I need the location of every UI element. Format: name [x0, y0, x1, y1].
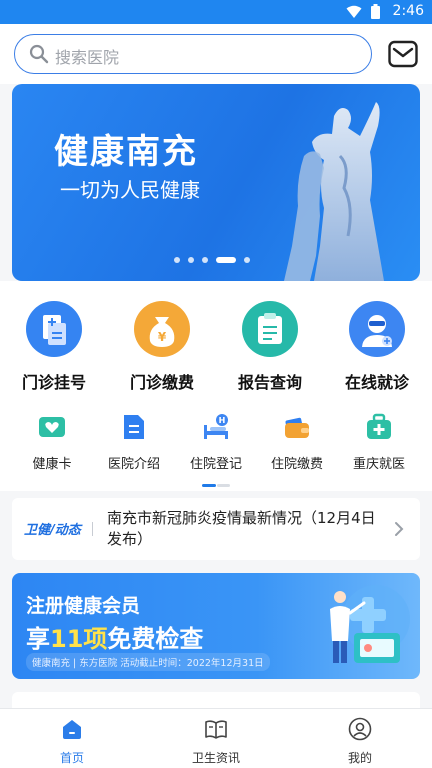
tab-mine[interactable]: 我的 — [315, 717, 405, 766]
report-clipboard-icon — [242, 301, 298, 357]
promo-headline: 享11项免费检查 — [26, 619, 203, 654]
service-admission-registration[interactable]: H 住院登记 — [176, 413, 256, 472]
news-tag: 卫健/动态 — [24, 523, 81, 538]
banner-carousel[interactable]: 健康南充 一切为人民健康 — [12, 84, 420, 281]
tab-label: 我的 — [347, 751, 372, 765]
svg-text:¥: ¥ — [158, 330, 167, 344]
payment-bag-icon: ¥ — [134, 301, 190, 357]
page-indicator-inactive — [217, 484, 230, 487]
carousel-dot[interactable] — [174, 257, 180, 263]
svg-text:H: H — [219, 416, 226, 425]
page-indicator-active — [202, 484, 216, 487]
tab-label: 卫生资讯 — [191, 751, 240, 765]
promo-headline-prefix: 享 — [26, 625, 50, 653]
statue-image — [284, 102, 384, 281]
service-inpatient-payment[interactable]: 住院缴费 — [257, 413, 337, 472]
services-page-indicator — [202, 484, 230, 487]
promo-footer: 健康南充 | 东方医院 活动截止时间：2022年12月31日 — [26, 653, 270, 671]
clock: 2:46 — [392, 3, 424, 19]
service-chongqing-medical[interactable]: 重庆就医 — [339, 413, 419, 472]
promo-highlight: 11项 — [50, 625, 108, 653]
doctor-illustration — [330, 585, 410, 663]
service-health-card[interactable]: 健康卡 — [12, 413, 92, 472]
service-label: 在线就诊 — [344, 373, 409, 392]
service-label: 住院登记 — [189, 457, 242, 472]
service-report-query[interactable]: 报告查询 — [230, 301, 310, 393]
wifi-icon — [346, 5, 362, 18]
search-placeholder: 搜索医院 — [55, 48, 120, 67]
search-input[interactable]: 搜索医院 — [14, 34, 372, 74]
service-label: 门诊挂号 — [21, 373, 86, 392]
banner-subtitle: 一切为人民健康 — [60, 174, 200, 203]
carousel-dot[interactable] — [188, 257, 194, 263]
promo-title: 注册健康会员 — [26, 595, 141, 617]
header: 搜索医院 — [0, 24, 432, 84]
service-label: 报告查询 — [237, 373, 302, 392]
home-icon — [63, 720, 81, 739]
banner-subtitle-text: 一切为人民健康 — [60, 178, 200, 202]
service-outpatient-payment[interactable]: ¥ 门诊缴费 — [122, 301, 202, 393]
news-headline[interactable]: 南充市新冠肺炎疫情最新情况（12月4日发布） — [107, 508, 387, 550]
hospital-bed-icon: H — [204, 414, 228, 439]
service-hospital-intro[interactable]: 医院介绍 — [94, 413, 174, 472]
service-outpatient-registration[interactable]: 门诊挂号 — [14, 301, 94, 393]
tab-label: 首页 — [59, 751, 84, 765]
service-label: 重庆就医 — [352, 457, 405, 472]
medkit-icon — [367, 413, 391, 439]
service-label: 健康卡 — [32, 457, 72, 472]
service-label: 医院介绍 — [107, 457, 160, 472]
health-card-icon — [39, 417, 65, 437]
services-panel: 门诊挂号 ¥ 门诊缴费 报告查询 在线就诊 健康卡 医院介绍 H 住院登记 住院… — [0, 281, 432, 491]
search-icon — [29, 44, 49, 64]
battery-icon — [371, 4, 380, 19]
banner-title: 健康南充 — [54, 132, 198, 172]
promo-banner[interactable]: 注册健康会员 享11项免费检查 健康南充 | 东方医院 活动截止时间：2022年… — [12, 573, 420, 679]
service-online-consultation[interactable]: 在线就诊 — [337, 301, 417, 393]
tab-home[interactable]: 首页 — [27, 717, 117, 766]
news-ticker[interactable]: 卫健/动态 南充市新冠肺炎疫情最新情况（12月4日发布） — [12, 498, 420, 560]
promo-headline-suffix: 免费检查 — [107, 625, 204, 653]
doctor-icon — [349, 301, 405, 357]
registration-icon — [26, 301, 82, 357]
bottom-tab-bar: 首页 卫生资讯 我的 — [0, 708, 432, 768]
carousel-dot[interactable] — [244, 257, 250, 263]
book-icon — [205, 720, 227, 739]
hospital-doc-icon — [124, 415, 144, 439]
service-label: 门诊缴费 — [129, 373, 194, 392]
tab-health-news[interactable]: 卫生资讯 — [171, 717, 261, 766]
divider — [92, 522, 93, 536]
carousel-dot[interactable] — [202, 257, 208, 263]
wallet-icon — [285, 417, 309, 438]
message-icon[interactable] — [388, 40, 418, 68]
chevron-right-icon[interactable] — [394, 521, 404, 537]
status-bar: 2:46 — [0, 0, 432, 24]
profile-icon — [348, 717, 372, 741]
service-label: 住院缴费 — [270, 457, 323, 472]
carousel-dot-active[interactable] — [216, 257, 236, 263]
